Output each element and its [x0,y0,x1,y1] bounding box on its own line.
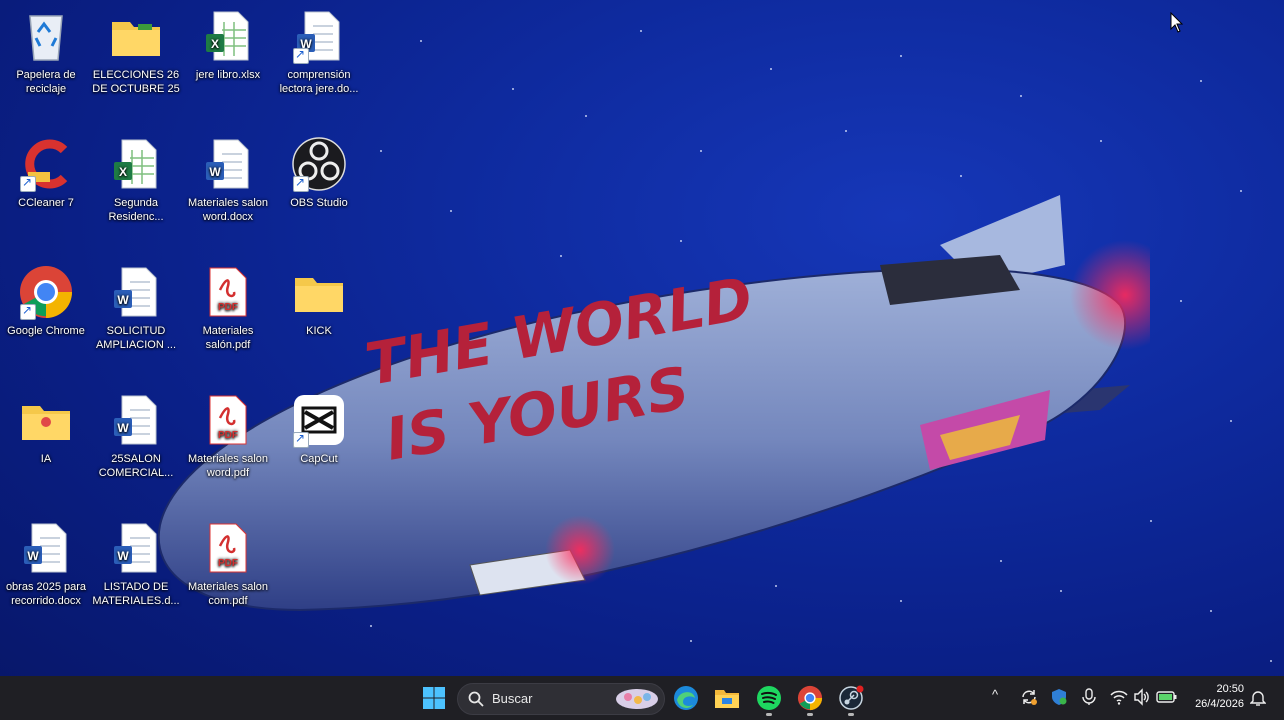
desktop-icon-label: comprensión lectora jere.do... [279,69,359,95]
desktop-icon-ia-folder[interactable]: IA [1,384,91,502]
windows-logo-icon [423,687,445,709]
wifi-icon[interactable] [1110,688,1128,706]
obs-icon [291,136,347,192]
desktop-icon-label: 25SALON COMERCIAL... [98,453,174,479]
desktop-icon-label: jere libro.xlsx [195,69,261,81]
desktop-icon-materiales-salon-pdf[interactable]: PDF Materiales salón.pdf [183,256,273,374]
taskbar-spotify[interactable] [753,682,785,716]
microphone-icon[interactable] [1081,688,1097,706]
desktop-icon-label: CCleaner 7 [18,197,74,209]
folder-icon [18,392,74,448]
desktop-icon-label: obras 2025 para recorrido.docx [5,581,87,607]
defender-shield-icon[interactable] [1050,688,1068,706]
desktop-icon-label: KICK [306,325,332,337]
desktop-icon-ccleaner[interactable]: CCleaner 7 [1,128,91,246]
svg-text:W: W [117,549,129,563]
chrome-icon [797,685,823,711]
desktop-icon-label: ELECCIONES 26 DE OCTUBRE 25 [92,69,180,95]
desktop-icon-label: Papelera de reciclaje [16,69,76,95]
taskbar: Buscar ^ 20:50 26/4/2026 [0,676,1284,720]
svg-text:W: W [117,293,129,307]
volume-icon[interactable] [1133,688,1151,706]
svg-text:X: X [211,37,219,51]
search-box[interactable]: Buscar [457,683,665,715]
word-file-icon: W [108,264,164,320]
desktop-icon-materiales-word-pdf[interactable]: PDF Materiales salon word.pdf [183,384,273,502]
notification-bell-icon[interactable] [1250,689,1266,707]
desktop-icon-25salon[interactable]: W 25SALON COMERCIAL... [91,384,181,502]
running-indicator [807,713,813,716]
desktop-icon-materiales-word-docx[interactable]: W Materiales salon word.docx [183,128,273,246]
system-clock[interactable]: 20:50 26/4/2026 [1195,682,1244,712]
desktop-icon-solicitud[interactable]: W SOLICITUD AMPLIACION ... [91,256,181,374]
edge-icon [674,686,698,710]
word-file-icon: W [291,8,347,64]
svg-text:PDF: PDF [218,558,238,569]
clock-date: 26/4/2026 [1195,698,1244,710]
running-indicator [766,713,772,716]
search-highlight-icon [616,689,658,709]
desktop-icon-label: LISTADO DE MATERIALES.d... [92,581,180,607]
ccleaner-icon [18,136,74,192]
battery-icon[interactable] [1156,688,1178,706]
desktop-icon-google-chrome[interactable]: Google Chrome [1,256,91,374]
chrome-icon [18,264,74,320]
svg-text:W: W [27,549,39,563]
desktop-icon-kick-folder[interactable]: KICK [274,256,364,374]
svg-text:PDF: PDF [218,302,238,313]
desktop-icon-label: Google Chrome [7,325,85,337]
desktop-icon-materiales-com-pdf[interactable]: PDF Materiales salon com.pdf [183,512,273,630]
taskbar-file-explorer[interactable] [711,682,743,714]
desktop-icon-listado[interactable]: W LISTADO DE MATERIALES.d... [91,512,181,630]
start-button[interactable] [418,682,450,714]
desktop-icon-label: Materiales salón.pdf [202,325,254,351]
pdf-file-icon: PDF [200,264,256,320]
desktop-icon-label: Materiales salon word.pdf [187,453,269,479]
recycle-bin-icon [18,8,74,64]
desktop-icon-label: CapCut [300,453,338,465]
taskbar-chrome[interactable] [794,682,826,716]
taskbar-steam[interactable] [835,682,867,716]
steam-icon [839,685,864,710]
svg-text:W: W [209,165,221,179]
desktop-icon-elecciones-folder[interactable]: ELECCIONES 26 DE OCTUBRE 25 [91,0,181,118]
spotify-icon [757,686,781,710]
sync-icon[interactable] [1020,688,1038,706]
word-file-icon: W [108,392,164,448]
pdf-file-icon: PDF [200,392,256,448]
word-file-icon: W [200,136,256,192]
desktop-icon-capcut[interactable]: CapCut [274,384,364,502]
desktop-icon-segunda-residencia[interactable]: X Segunda Residenc... [91,128,181,246]
excel-file-icon: X [200,8,256,64]
word-file-icon: W [18,520,74,576]
pdf-file-icon: PDF [200,520,256,576]
running-indicator [848,713,854,716]
tray-overflow-chevron-icon[interactable]: ^ [992,687,998,702]
search-icon [468,691,484,707]
desktop-icon-label: Materiales salon word.docx [187,197,269,223]
desktop-icon-comprension[interactable]: W comprensión lectora jere.do... [274,0,364,118]
svg-text:W: W [117,421,129,435]
svg-text:PDF: PDF [218,430,238,441]
excel-file-icon: X [108,136,164,192]
search-placeholder: Buscar [492,691,533,706]
taskbar-edge[interactable] [670,682,702,714]
desktop-icon-jere-libro[interactable]: X jere libro.xlsx [183,0,273,118]
desktop-icon-obs-studio[interactable]: OBS Studio [274,128,364,246]
desktop-icon-obras-2025[interactable]: W obras 2025 para recorrido.docx [1,512,91,630]
desktop-icon-label: Materiales salon com.pdf [187,581,269,607]
capcut-icon [291,392,347,448]
mouse-cursor-icon [1170,12,1184,33]
desktop-icon-label: IA [40,453,52,465]
desktop-icon-label: SOLICITUD AMPLIACION ... [95,325,177,351]
clock-time: 20:50 [1216,683,1244,695]
file-explorer-icon [715,690,739,708]
desktop-icon-recycle-bin[interactable]: Papelera de reciclaje [1,0,91,118]
folder-icon [108,8,164,64]
svg-text:X: X [119,165,127,179]
word-file-icon: W [108,520,164,576]
desktop-icon-label: OBS Studio [290,197,348,209]
folder-icon [291,264,347,320]
desktop-icon-label: Segunda Residenc... [108,197,164,223]
